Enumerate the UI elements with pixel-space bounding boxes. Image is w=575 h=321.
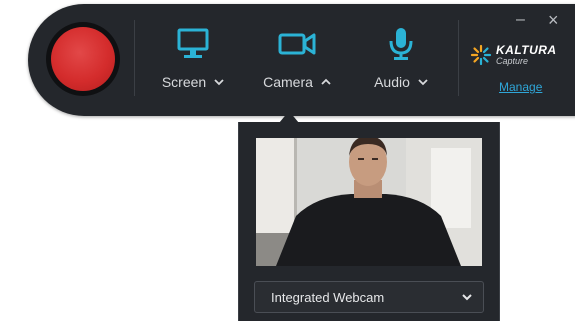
screen-source-label: Screen — [161, 74, 207, 90]
kaltura-logo: KALTURA Capture — [470, 44, 557, 66]
toolbar-divider — [458, 20, 459, 96]
kaltura-capture-app: Screen Camera Audio – × KALTURA Capture … — [0, 0, 575, 321]
monitor-icon — [175, 26, 211, 62]
webcam-device-select[interactable]: Integrated Webcam — [254, 281, 484, 313]
product-name: Capture — [496, 56, 529, 66]
brand-name: KALTURA — [496, 43, 557, 57]
camera-source-button[interactable]: Camera — [258, 26, 336, 100]
microphone-icon — [386, 26, 416, 62]
camera-source-label: Camera — [263, 74, 313, 90]
close-button[interactable]: × — [548, 11, 559, 29]
webcam-device-value: Integrated Webcam — [271, 289, 385, 305]
video-camera-icon — [277, 26, 317, 62]
minimize-button[interactable]: – — [516, 12, 525, 28]
toolbar-divider — [134, 20, 135, 96]
chevron-down-icon — [214, 79, 224, 86]
kaltura-burst-icon — [470, 44, 492, 66]
chevron-up-icon — [321, 78, 331, 85]
webcam-preview — [256, 138, 482, 266]
audio-source-label: Audio — [374, 74, 410, 90]
manage-link[interactable]: Manage — [499, 80, 542, 94]
screen-source-button[interactable]: Screen — [158, 26, 228, 100]
camera-settings-panel: Integrated Webcam — [238, 122, 500, 321]
chevron-down-icon — [462, 294, 472, 301]
audio-source-button[interactable]: Audio — [368, 26, 434, 100]
record-button[interactable] — [51, 27, 115, 91]
chevron-down-icon — [418, 79, 428, 86]
